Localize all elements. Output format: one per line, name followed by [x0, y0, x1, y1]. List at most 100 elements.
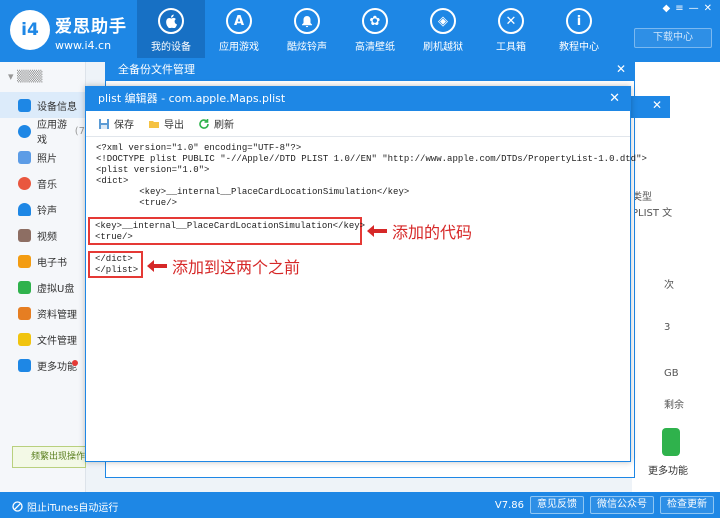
- remaining-label: 剩余: [664, 400, 684, 411]
- nav-label: 我的设备: [151, 42, 191, 53]
- nav-label: 酷炫铃声: [287, 42, 327, 53]
- status-bar: 阻止iTunes自动运行 V7.86 意见反馈 微信公众号 检查更新: [0, 492, 720, 518]
- tools-icon: ✕: [498, 8, 524, 34]
- top-bar: i4 爱思助手 www.i4.cn 我的设备 A 应用游戏 酷炫铃声 ✿ 高清壁…: [0, 0, 720, 62]
- photos-icon: [18, 150, 31, 164]
- sidebar-item-label: 视频: [37, 231, 57, 243]
- annotation-insert-before: 添加到这两个之前: [146, 254, 300, 278]
- annotation-insert-text: 添加到这两个之前: [172, 258, 301, 277]
- sidebar-item-ebooks[interactable]: 电子书: [0, 248, 85, 274]
- sidebar-item-apps[interactable]: 应用游戏 (7: [0, 118, 85, 146]
- nav-tutorials[interactable]: i 教程中心: [545, 0, 613, 62]
- arrow-left-icon: [147, 260, 167, 272]
- minimize-icon[interactable]: —: [689, 3, 699, 14]
- more-functions-icon: [18, 358, 31, 372]
- check-update-button[interactable]: 检查更新: [660, 496, 714, 514]
- closing-tags[interactable]: </dict> </plist>: [95, 254, 138, 276]
- sidebar-item-label: 虚拟U盘: [37, 283, 75, 295]
- file-dialog-edge: ✕: [630, 96, 670, 118]
- bell-icon: [294, 8, 320, 34]
- close-icon[interactable]: ✕: [616, 62, 626, 76]
- sidebar-item-device-info[interactable]: 设备信息: [0, 92, 85, 118]
- export-button[interactable]: 导出: [148, 116, 184, 131]
- box-icon: ◈: [430, 8, 456, 34]
- music-icon: [18, 176, 31, 190]
- added-code[interactable]: <key>__internal__PlaceCardLocationSimula…: [95, 221, 365, 243]
- apple-icon: [158, 8, 184, 34]
- folder-icon: [18, 332, 31, 346]
- nav-flash-jailbreak[interactable]: ◈ 刷机越狱: [409, 0, 477, 62]
- sidebar-item-label: 音乐: [37, 179, 57, 191]
- sidebar-item-label: 应用游戏: [37, 120, 67, 146]
- block-itunes-toggle[interactable]: 阻止iTunes自动运行: [12, 499, 118, 514]
- brand-name: 爱思助手: [55, 17, 127, 37]
- sidebar-item-label: 照片: [37, 153, 57, 165]
- close-icon[interactable]: ✕: [652, 98, 662, 112]
- download-center-button[interactable]: 下载中心: [634, 28, 712, 48]
- close-icon[interactable]: ✕: [609, 87, 620, 111]
- apps-count: (7: [74, 125, 85, 137]
- storage-unit: GB: [664, 368, 679, 379]
- nav-label: 高清壁纸: [355, 42, 395, 53]
- nav-label: 工具箱: [496, 42, 526, 53]
- frequent-failure-button[interactable]: 频繁出现操作失: [12, 446, 86, 468]
- sidebar-item-ringtones[interactable]: 铃声: [0, 196, 85, 222]
- plist-code-top[interactable]: <?xml version="1.0" encoding="UTF-8"?> <…: [86, 137, 647, 215]
- type-value: PLIST 文: [632, 208, 673, 219]
- i4-logo: i4: [10, 10, 50, 50]
- window-controls: ◆ ≡ — ✕: [663, 3, 712, 14]
- sidebar-item-more[interactable]: 更多功能: [0, 352, 85, 378]
- save-button[interactable]: 保存: [98, 116, 134, 131]
- device-info-icon: [18, 98, 31, 112]
- brand-url: www.i4.cn: [55, 39, 112, 52]
- sidebar-item-label: 资料管理: [37, 309, 77, 321]
- nav-label: 刷机越狱: [423, 42, 463, 53]
- export-label: 导出: [164, 120, 184, 131]
- nav-apps[interactable]: A 应用游戏: [205, 0, 273, 62]
- count-label: 次: [664, 280, 674, 291]
- sidebar-item-photos[interactable]: 照片: [0, 144, 85, 170]
- more-functions-label[interactable]: 更多功能: [648, 462, 688, 477]
- menu-icon[interactable]: ≡: [675, 3, 683, 14]
- sidebar-item-file-management[interactable]: 文件管理: [0, 326, 85, 352]
- device-selector[interactable]: ▾ ▒▒▒: [0, 62, 85, 92]
- nav-ringtones[interactable]: 酷炫铃声: [273, 0, 341, 62]
- video-icon: [18, 228, 31, 242]
- sidebar-item-data-management[interactable]: 资料管理: [0, 300, 85, 326]
- skin-icon[interactable]: ◆: [663, 3, 671, 14]
- sidebar-item-music[interactable]: 音乐: [0, 170, 85, 196]
- flower-icon: ✿: [362, 8, 388, 34]
- sidebar-item-label: 电子书: [37, 257, 67, 269]
- refresh-icon: [199, 118, 209, 129]
- sidebar-item-video[interactable]: 视频: [0, 222, 85, 248]
- nav-wallpapers[interactable]: ✿ 高清壁纸: [341, 0, 409, 62]
- data-management-icon: [18, 306, 31, 320]
- book-icon: [18, 254, 31, 268]
- bell-icon: [18, 202, 31, 216]
- editor-toolbar: 保存 导出 刷新: [86, 111, 630, 137]
- sidebar: ▾ ▒▒▒ 设备信息 应用游戏 (7 照片 音乐 铃声 视频 电子书 虚拟U盘 …: [0, 62, 86, 492]
- save-label: 保存: [114, 120, 134, 131]
- editor-title: plist 编辑器 - com.apple.Maps.plist: [98, 92, 286, 105]
- block-icon: [12, 501, 23, 512]
- sidebar-item-virtual-udisk[interactable]: 虚拟U盘: [0, 274, 85, 300]
- folder-icon: [149, 120, 159, 128]
- nav-toolbox[interactable]: ✕ 工具箱: [477, 0, 545, 62]
- more-functions-button[interactable]: [662, 428, 680, 456]
- apps-icon: [18, 124, 31, 138]
- sidebar-item-label: 文件管理: [37, 335, 77, 347]
- close-icon[interactable]: ✕: [704, 3, 712, 14]
- wechat-button[interactable]: 微信公众号: [590, 496, 654, 514]
- block-itunes-label: 阻止iTunes自动运行: [27, 503, 119, 514]
- refresh-button[interactable]: 刷新: [198, 116, 234, 131]
- sidebar-item-label: 更多功能: [37, 361, 77, 373]
- brand: 爱思助手 www.i4.cn: [55, 12, 127, 52]
- annotation-added-code: 添加的代码: [366, 219, 472, 243]
- count-value: 3: [664, 322, 671, 333]
- feedback-button[interactable]: 意见反馈: [530, 496, 584, 514]
- version-label: V7.86: [494, 499, 524, 511]
- arrow-left-icon: [367, 225, 387, 237]
- nav-label: 教程中心: [559, 42, 599, 53]
- nav-my-device[interactable]: 我的设备: [137, 0, 205, 62]
- sidebar-item-label: 铃声: [37, 205, 57, 217]
